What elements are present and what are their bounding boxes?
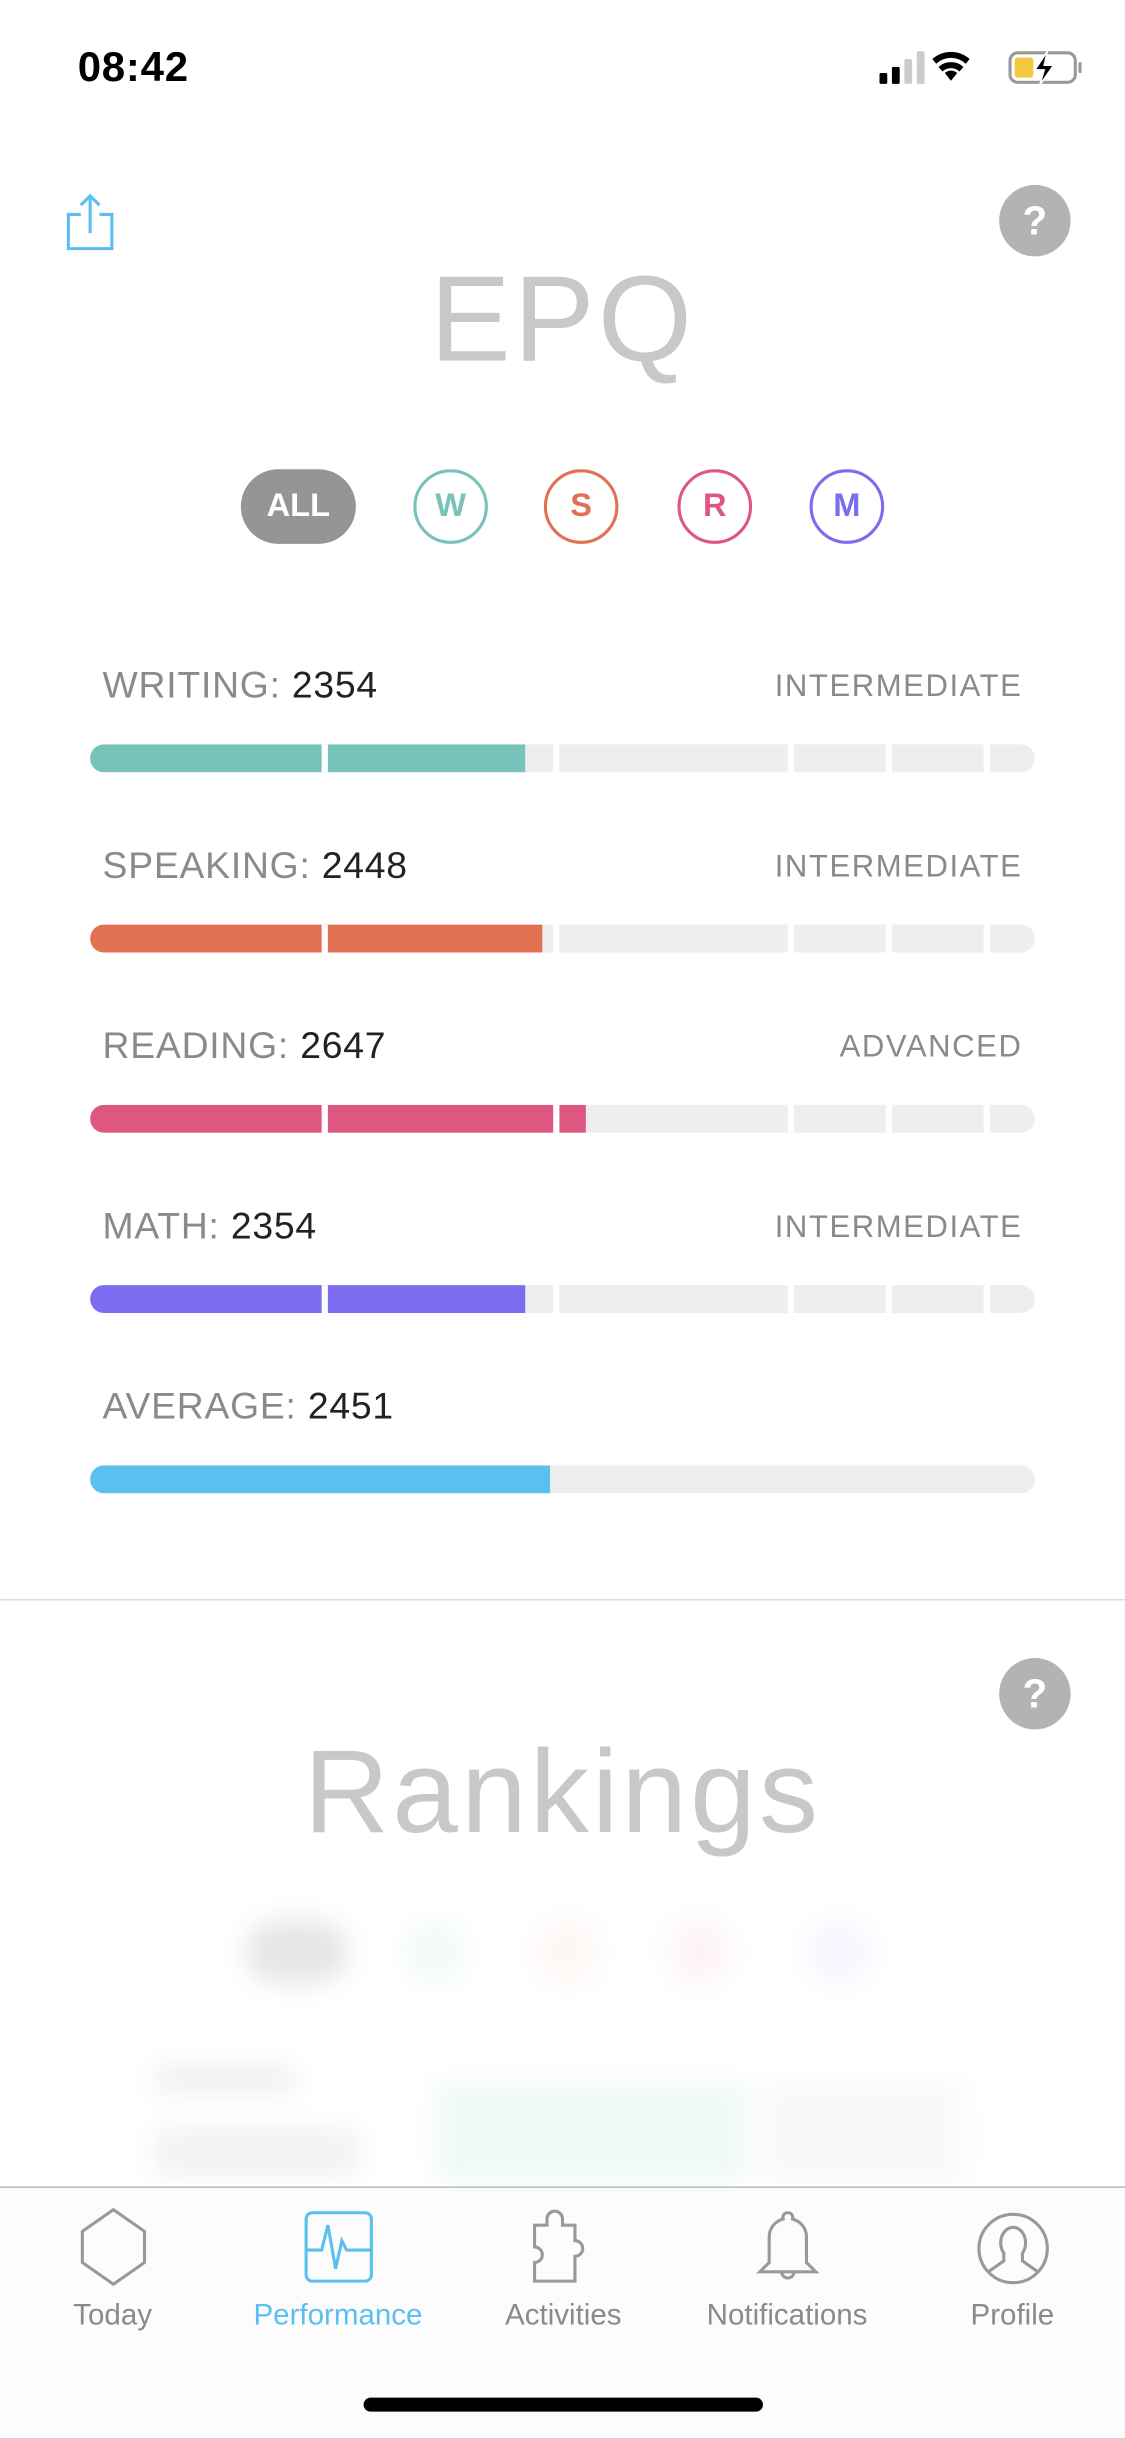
status-icons	[879, 50, 1084, 95]
status-time: 08:42	[77, 43, 189, 91]
progress-bar	[90, 924, 1035, 953]
segment-divider	[553, 924, 560, 953]
progress-bar	[90, 1465, 1035, 1494]
score-value: 2354	[291, 665, 378, 708]
segment-divider	[787, 744, 794, 773]
score-value: 2448	[321, 845, 408, 888]
segment-divider	[787, 1104, 794, 1133]
segment-divider	[885, 1104, 892, 1133]
filter-reading[interactable]: R	[677, 469, 753, 544]
segment-divider	[553, 1285, 560, 1314]
filter-writing[interactable]: W	[413, 469, 488, 544]
progress-bar	[90, 1104, 1035, 1133]
segment-divider	[983, 1104, 991, 1133]
tab-label: Today	[73, 2299, 153, 2333]
filter-math[interactable]: M	[809, 469, 885, 544]
tab-activities[interactable]: Activities	[451, 2207, 676, 2334]
score-name: MATH:	[102, 1205, 220, 1248]
page-title: EPQ	[429, 250, 696, 387]
share-icon	[66, 193, 114, 251]
level-label: ADVANCED	[839, 1030, 1023, 1065]
tab-performance[interactable]: Performance	[225, 2207, 450, 2334]
progress-bar	[90, 1285, 1035, 1314]
tab-label: Notifications	[706, 2299, 868, 2333]
segment-divider	[787, 924, 794, 953]
filter-speaking[interactable]: S	[543, 469, 619, 544]
score-name: READING:	[102, 1025, 290, 1068]
tab-label: Performance	[253, 2299, 423, 2333]
segment-divider	[321, 1285, 328, 1314]
segment-divider	[983, 744, 991, 773]
level-label: INTERMEDIATE	[774, 849, 1023, 885]
profile-icon	[976, 2212, 1049, 2285]
progress-fill	[90, 924, 543, 953]
hexagon-icon	[80, 2208, 146, 2286]
score-name: SPEAKING:	[102, 845, 311, 888]
score-label: AVERAGE: 2451	[103, 1386, 394, 1430]
segment-divider	[885, 1285, 892, 1314]
segment-divider	[553, 1104, 560, 1133]
score-label: MATH: 2354	[103, 1206, 317, 1250]
tab-label: Profile	[970, 2299, 1055, 2333]
epq-help-button[interactable]: ?	[999, 184, 1071, 257]
level-label: INTERMEDIATE	[774, 669, 1023, 704]
score-label: WRITING: 2354	[103, 665, 378, 709]
score-label: READING: 2647	[103, 1026, 387, 1070]
segment-divider	[983, 924, 991, 953]
score-value: 2451	[307, 1386, 394, 1429]
filter-all[interactable]: ALL	[240, 469, 356, 544]
segment-divider	[983, 1285, 991, 1314]
tab-profile[interactable]: Profile	[900, 2207, 1125, 2334]
heartbeat-monitor-icon	[303, 2211, 373, 2283]
segment-divider	[553, 744, 560, 773]
tab-today[interactable]: Today	[0, 2207, 225, 2334]
segment-divider	[787, 1285, 794, 1314]
score-value: 2647	[300, 1025, 387, 1068]
signal-wifi-battery-icon	[879, 50, 1084, 86]
score-name: AVERAGE:	[102, 1386, 297, 1429]
segment-divider	[321, 1104, 328, 1133]
rankings-title: Rankings	[303, 1726, 822, 1859]
segment-divider	[885, 924, 892, 953]
home-indicator[interactable]	[363, 2397, 763, 2412]
rankings-help-button[interactable]: ?	[999, 1658, 1071, 1730]
progress-fill	[90, 1465, 551, 1494]
progress-fill	[90, 1104, 586, 1133]
score-name: WRITING:	[102, 665, 281, 708]
tab-notifications[interactable]: Notifications	[674, 2207, 899, 2334]
score-label: SPEAKING: 2448	[103, 845, 408, 889]
segment-divider	[321, 744, 328, 773]
section-divider	[0, 1598, 1125, 1601]
rankings-content-blurred	[0, 1896, 1125, 2184]
puzzle-icon	[532, 2209, 584, 2283]
bell-icon	[755, 2211, 819, 2280]
tab-label: Activities	[505, 2299, 622, 2333]
progress-fill	[90, 744, 525, 773]
segment-divider	[321, 924, 328, 953]
score-value: 2354	[230, 1205, 317, 1248]
progress-bar	[90, 744, 1035, 773]
segment-divider	[885, 744, 892, 773]
progress-fill	[90, 1285, 525, 1314]
level-label: INTERMEDIATE	[774, 1210, 1023, 1245]
